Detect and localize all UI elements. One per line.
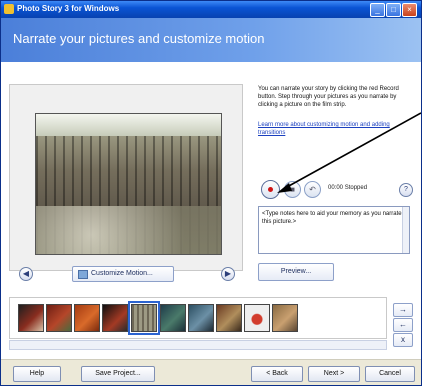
thumbnail-6[interactable] — [160, 304, 186, 332]
film-strip-scrollbar[interactable] — [9, 340, 387, 350]
help-button[interactable]: Help — [13, 366, 61, 382]
back-button[interactable]: < Back — [251, 366, 303, 382]
thumbnail-10[interactable] — [272, 304, 298, 332]
thumbnail-3[interactable] — [74, 304, 100, 332]
footer-bar: Help Save Project... < Back Next > Cance… — [1, 359, 421, 385]
thumbnail-4[interactable] — [102, 304, 128, 332]
move-left-button[interactable]: ← — [393, 318, 413, 332]
photo-story-window: Photo Story 3 for Windows _ □ × Narrate … — [0, 0, 422, 386]
arrow-line — [286, 112, 421, 188]
move-right-button[interactable]: → — [393, 303, 413, 317]
save-project-button[interactable]: Save Project... — [81, 366, 155, 382]
cancel-button[interactable]: Cancel — [365, 366, 415, 382]
film-strip — [9, 297, 387, 339]
arrow-head — [277, 183, 292, 193]
delete-picture-button[interactable]: x — [393, 333, 413, 347]
next-button[interactable]: Next > — [308, 366, 360, 382]
thumbnail-9[interactable] — [244, 304, 270, 332]
thumbnail-5[interactable] — [128, 301, 160, 335]
thumbnail-8[interactable] — [216, 304, 242, 332]
thumbnail-1[interactable] — [18, 304, 44, 332]
thumbnail-7[interactable] — [188, 304, 214, 332]
thumbnail-2[interactable] — [46, 304, 72, 332]
